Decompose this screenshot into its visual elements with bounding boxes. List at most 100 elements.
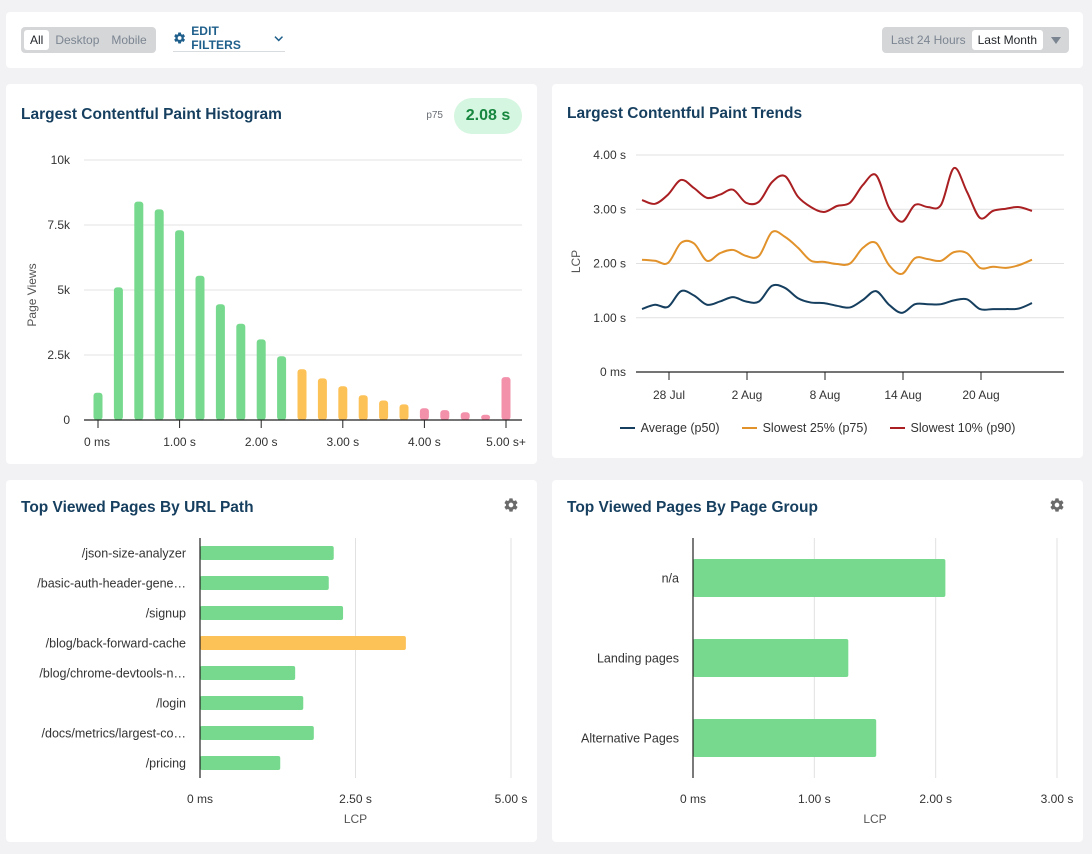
lcp-trends-panel: Largest Contentful Paint Trends 0 ms 1.00… bbox=[552, 84, 1083, 458]
legend-label: Slowest 25% (p75) bbox=[762, 421, 868, 435]
y-tick-label: 4.00 s bbox=[593, 148, 626, 162]
device-option-desktop[interactable]: Desktop bbox=[49, 30, 105, 50]
y-tick-label: 1.00 s bbox=[593, 311, 626, 325]
legend-swatch-p50 bbox=[619, 427, 635, 429]
histogram-bar bbox=[236, 323, 246, 420]
x-tick-label: 20 Aug bbox=[962, 388, 999, 402]
edit-filters-label: EDIT FILTERS bbox=[191, 24, 242, 52]
time-range-dropdown-button[interactable] bbox=[1043, 27, 1069, 53]
bar bbox=[200, 606, 344, 620]
category-label: /signup bbox=[146, 607, 186, 621]
histogram-bar bbox=[501, 377, 511, 420]
category-label: n/a bbox=[662, 572, 679, 586]
bar bbox=[200, 576, 329, 590]
bar bbox=[200, 636, 406, 650]
lcp-histogram-panel: Largest Contentful Paint Histogram p75 2… bbox=[6, 84, 537, 464]
device-option-mobile[interactable]: Mobile bbox=[105, 30, 152, 50]
category-label: /basic-auth-header-gene… bbox=[37, 577, 186, 591]
y-tick-label: 0 ms bbox=[600, 365, 626, 379]
histogram-bar bbox=[419, 408, 429, 420]
y-tick-label: 7.5k bbox=[47, 218, 71, 232]
url-path-bar-chart: 0 ms 2.50 s 5.00 s/json-size-analyzer/basi… bbox=[37, 538, 528, 826]
gear-icon bbox=[174, 32, 185, 44]
x-tick-label: 3.00 s bbox=[1041, 792, 1074, 806]
legend-label: Average (p50) bbox=[640, 421, 720, 435]
category-label: Landing pages bbox=[597, 652, 679, 666]
y-tick-label: 2.00 s bbox=[593, 257, 626, 271]
x-tick-label: 1.00 s bbox=[163, 435, 196, 449]
histogram-bar bbox=[338, 386, 348, 420]
bar bbox=[200, 666, 296, 680]
histogram-bar bbox=[460, 412, 470, 420]
histogram-bar bbox=[256, 339, 266, 420]
y-tick-label: 0 bbox=[63, 413, 70, 427]
trend-line-p90 bbox=[641, 167, 1033, 223]
category-label: /login bbox=[156, 697, 186, 711]
legend-item-p90[interactable]: Slowest 10% (p90) bbox=[889, 421, 1016, 435]
histogram-bar bbox=[134, 201, 144, 420]
legend-item-p50[interactable]: Average (p50) bbox=[619, 421, 720, 435]
histogram-bar bbox=[297, 369, 307, 420]
x-tick-label: 5.00 s bbox=[495, 792, 528, 806]
y-axis-label: LCP bbox=[569, 250, 583, 273]
trend-line-p75 bbox=[641, 230, 1033, 275]
filter-bar: All Desktop Mobile EDIT FILTERS Last 24 … bbox=[6, 12, 1083, 68]
histogram-bar bbox=[175, 230, 185, 420]
x-tick-label: 5.00 s+ bbox=[486, 435, 526, 449]
histogram-bar bbox=[195, 275, 205, 420]
category-label: /docs/metrics/largest-co… bbox=[42, 727, 186, 741]
category-label: /blog/back-forward-cache bbox=[46, 637, 186, 651]
time-option-last-month[interactable]: Last Month bbox=[971, 30, 1043, 50]
bar bbox=[200, 546, 334, 560]
histogram-bar bbox=[317, 378, 327, 420]
legend-label: Slowest 10% (p90) bbox=[910, 421, 1016, 435]
histogram-bar bbox=[399, 404, 409, 420]
y-tick-label: 3.00 s bbox=[593, 202, 626, 216]
x-tick-label: 4.00 s bbox=[408, 435, 441, 449]
x-tick-label: 8 Aug bbox=[810, 388, 841, 402]
y-tick-label: 5k bbox=[57, 283, 71, 297]
bar bbox=[200, 696, 304, 710]
bar bbox=[693, 639, 849, 677]
x-axis-label: LCP bbox=[344, 812, 367, 826]
x-tick-label: 14 Aug bbox=[884, 388, 921, 402]
histogram-bar bbox=[358, 395, 368, 420]
x-tick-label: 0 ms bbox=[680, 792, 706, 806]
histogram-bar bbox=[93, 392, 103, 420]
histogram-chart: 0 2.5k 5k 7.5k 10k Page Views 0 ms 1.00 s 2.00 s… bbox=[25, 153, 526, 449]
x-tick-label: 3.00 s bbox=[326, 435, 359, 449]
histogram-bar bbox=[440, 410, 450, 420]
x-tick-label: 2.50 s bbox=[339, 792, 372, 806]
category-label: /blog/chrome-devtools-n… bbox=[39, 667, 186, 681]
x-tick-label: 2.00 s bbox=[245, 435, 278, 449]
y-tick-label: 2.5k bbox=[47, 348, 71, 362]
histogram-bar bbox=[154, 209, 164, 420]
bar bbox=[693, 719, 877, 757]
legend-item-p75[interactable]: Slowest 25% (p75) bbox=[741, 421, 868, 435]
x-tick-label: 0 ms bbox=[187, 792, 213, 806]
device-option-all[interactable]: All bbox=[24, 30, 50, 50]
device-segmented-control: All Desktop Mobile bbox=[21, 27, 156, 53]
chevron-down-icon bbox=[273, 35, 283, 41]
top-pages-by-url-panel: Top Viewed Pages By URL Path 0 ms 2.50 s5… bbox=[6, 480, 537, 842]
category-label: /json-size-analyzer bbox=[82, 547, 186, 561]
time-range-segmented-control: Last 24 Hours Last Month bbox=[881, 27, 1069, 53]
histogram-bar bbox=[379, 400, 389, 420]
time-option-last-24-hours[interactable]: Last 24 Hours bbox=[885, 30, 972, 50]
x-tick-label: 2 Aug bbox=[732, 388, 763, 402]
x-tick-label: 2.00 s bbox=[919, 792, 952, 806]
bar bbox=[693, 559, 946, 597]
x-axis-label: LCP bbox=[863, 812, 886, 826]
x-tick-label: 1.00 s bbox=[798, 792, 831, 806]
y-tick-label: 10k bbox=[51, 153, 71, 167]
histogram-bar bbox=[481, 414, 491, 420]
top-pages-by-group-panel: Top Viewed Pages By Page Group 0 ms 1.00 … bbox=[552, 480, 1083, 842]
edit-filters-button[interactable]: EDIT FILTERS bbox=[173, 24, 285, 52]
bar bbox=[200, 756, 281, 770]
y-axis-label: Page Views bbox=[25, 263, 39, 326]
trends-legend: Average (p50) Slowest 25% (p75) Slowest … bbox=[552, 421, 1083, 435]
x-tick-label: 28 Jul bbox=[653, 388, 685, 402]
histogram-bar bbox=[113, 287, 123, 420]
category-label: /pricing bbox=[146, 757, 186, 771]
bar bbox=[200, 726, 314, 740]
